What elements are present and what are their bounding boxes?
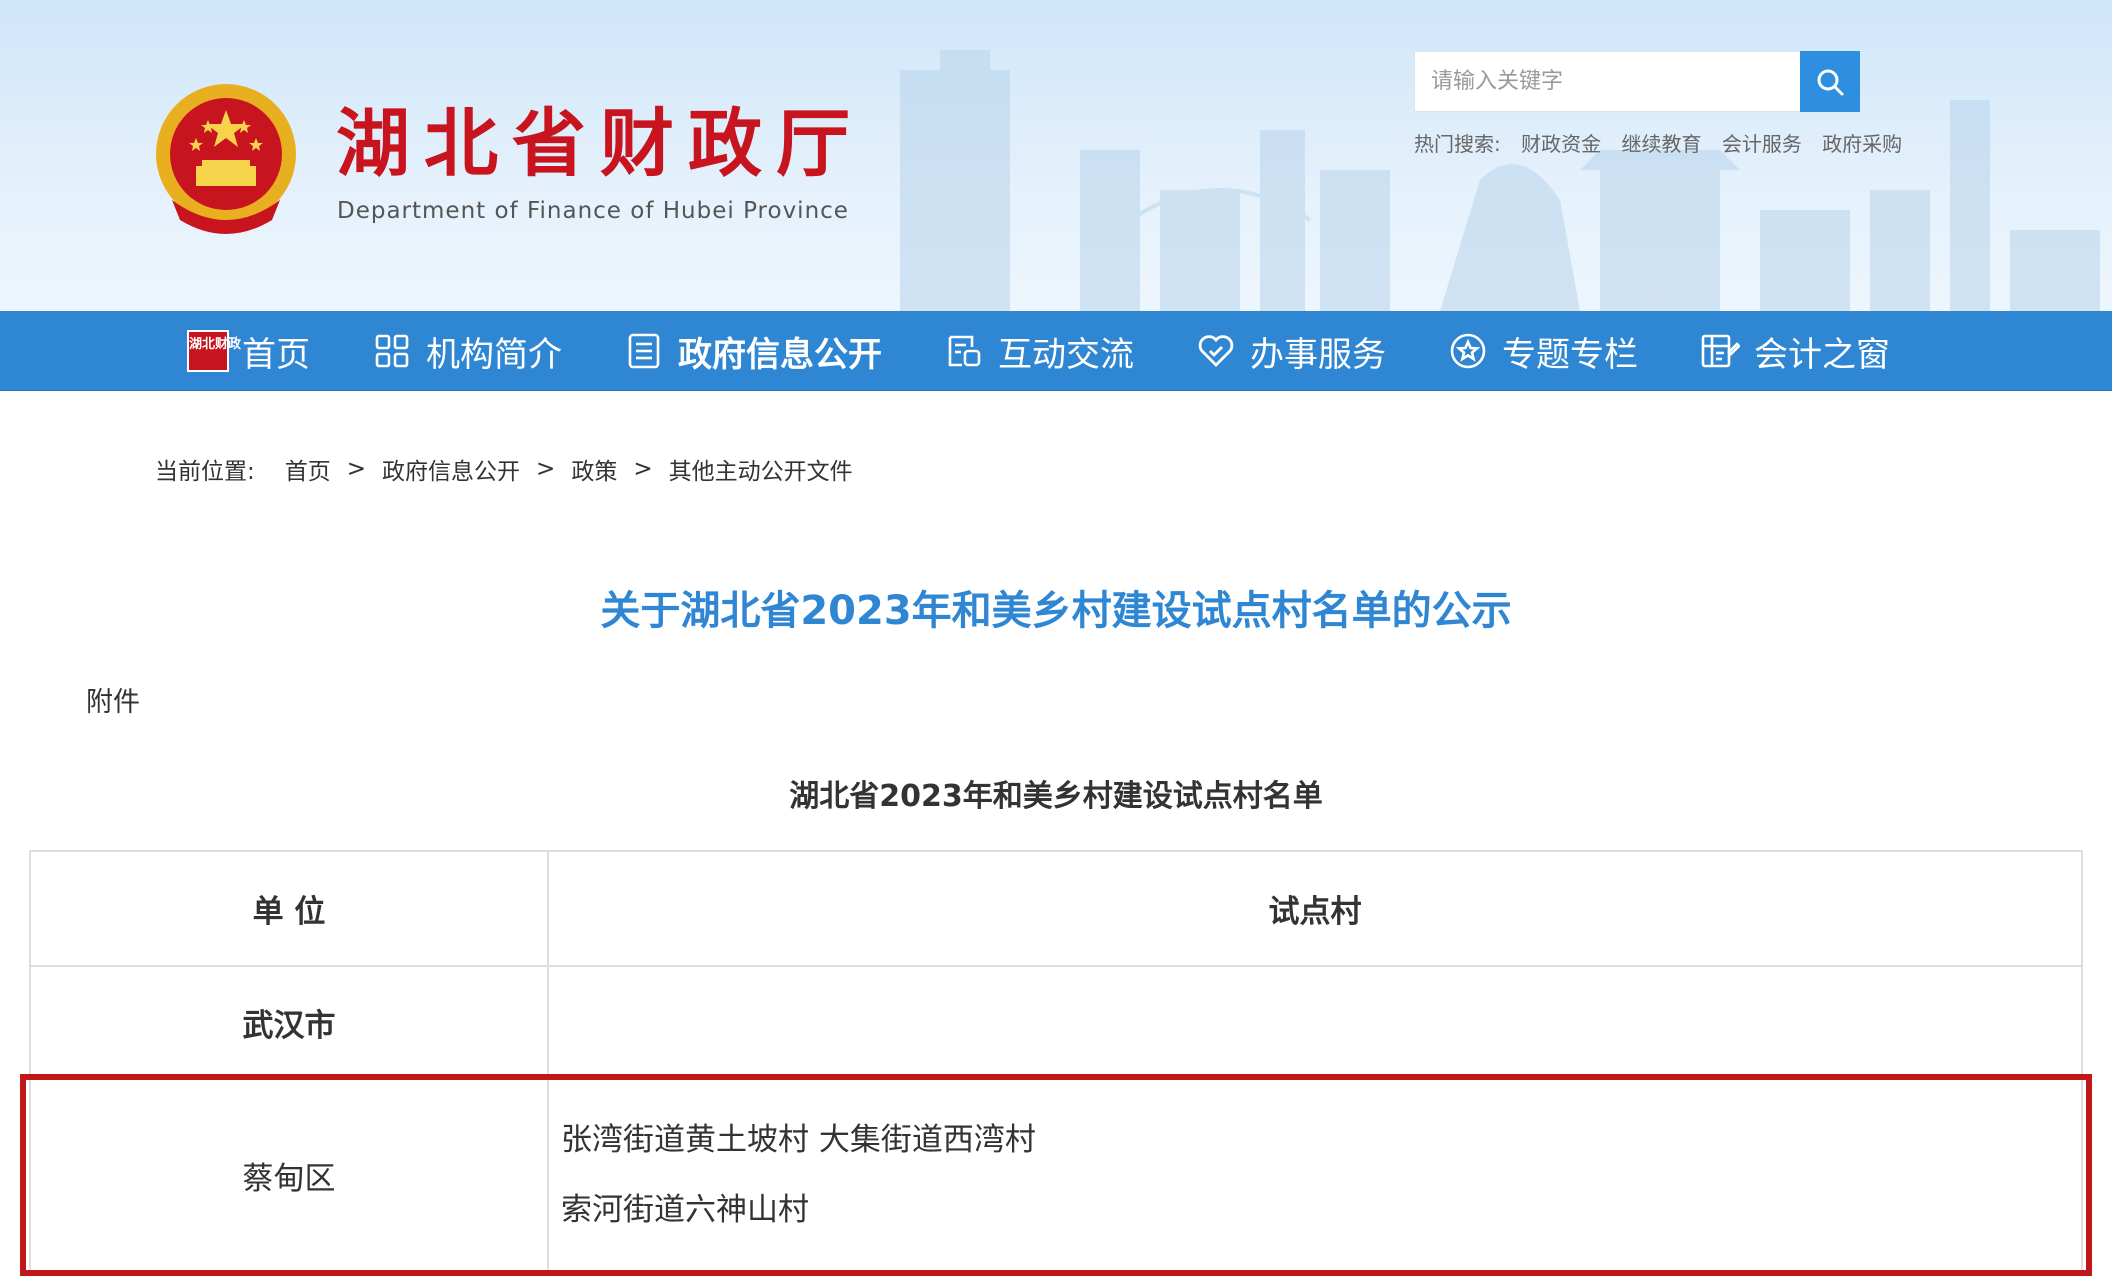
ledger-icon	[1701, 334, 1740, 368]
district-cell: 蔡甸区	[29, 1078, 549, 1272]
nav-item-home[interactable]: 湖北财政 首页	[187, 311, 310, 391]
nav-item-label: 政府信息公开	[678, 334, 882, 375]
document-icon	[628, 333, 660, 369]
chat-form-icon	[948, 335, 981, 367]
city-cell: 武汉市	[29, 965, 549, 1080]
hot-search-link-government-procurement[interactable]: 政府采购	[1822, 132, 1902, 156]
heart-icon	[1198, 335, 1234, 367]
attachment-label: 附件	[86, 687, 140, 718]
breadcrumb-other-documents[interactable]: 其他主动公开文件	[669, 452, 853, 486]
header-banner: 湖北省财政厅 Department of Finance of Hubei Pr…	[0, 0, 2112, 311]
star-circle-icon	[1450, 333, 1486, 369]
site-title: 湖北省财政厅	[336, 101, 864, 187]
nav-item-interaction[interactable]: 互动交流	[944, 311, 1134, 391]
nav-item-label: 办事服务	[1250, 334, 1386, 375]
nav-item-label: 首页	[242, 334, 310, 375]
nav-item-services[interactable]: 办事服务	[1196, 311, 1386, 391]
site-subtitle: Department of Finance of Hubei Province	[337, 198, 849, 224]
home-badge-text: 湖北财政	[187, 330, 241, 372]
header-pilot-village: 试点村	[547, 850, 2083, 967]
nav-item-label: 互动交流	[998, 334, 1134, 375]
breadcrumb-separator: >	[536, 456, 556, 482]
search-box	[1414, 51, 1860, 112]
breadcrumb-home[interactable]: 首页	[285, 452, 331, 486]
national-emblem-icon	[156, 84, 296, 234]
hot-search-link-finance-funds[interactable]: 财政资金	[1521, 132, 1601, 156]
breadcrumb-separator: >	[346, 456, 367, 482]
nav-item-label: 机构简介	[426, 334, 562, 375]
hot-search-link-continuing-education[interactable]: 继续教育	[1621, 132, 1701, 156]
district-villages-cell: 张湾街道黄土坡村 大集街道西湾村 索河街道六神山村	[547, 1078, 2083, 1272]
grid-icon	[375, 334, 409, 368]
nav-item-gov-info[interactable]: 政府信息公开	[624, 311, 882, 391]
village-line: 索河街道六神山村	[561, 1192, 809, 1228]
pilot-village-table: 单 位 试点村 武汉市 蔡甸区 张湾街道黄土坡村 大集街道西湾村 索河街道六神山…	[29, 850, 2083, 1272]
nav-item-accounting[interactable]: 会计之窗	[1700, 311, 1890, 391]
breadcrumb-policy[interactable]: 政策	[571, 452, 617, 486]
article-title: 关于湖北省2023年和美乡村建设试点村名单的公示	[600, 588, 1512, 634]
nav-item-label: 专题专栏	[1502, 334, 1638, 375]
search-input[interactable]	[1415, 52, 1800, 111]
hot-search-link-accounting-services[interactable]: 会计服务	[1722, 132, 1802, 156]
search-icon	[1817, 69, 1844, 95]
table-row: 蔡甸区 张湾街道黄土坡村 大集街道西湾村 索河街道六神山村	[29, 1078, 2083, 1272]
breadcrumb: 当前位置: 首页 > 政府信息公开 > 政策 > 其他主动公开文件	[155, 452, 853, 486]
village-line: 张湾街道黄土坡村 大集街道西湾村	[561, 1122, 1036, 1158]
breadcrumb-gov-info[interactable]: 政府信息公开	[382, 452, 520, 486]
nav-item-label: 会计之窗	[1754, 334, 1890, 375]
nav-item-special-topics[interactable]: 专题专栏	[1448, 311, 1638, 391]
nav-item-about[interactable]: 机构简介	[372, 311, 562, 391]
home-badge-icon: 湖北财政	[187, 330, 241, 372]
search-button[interactable]	[1800, 51, 1860, 112]
hot-search-label: 热门搜索:	[1414, 132, 1501, 156]
main-nav: 湖北财政 首页 机构简介 政府信息公开 互动交流 办事服务 专题专栏 会计之窗	[0, 311, 2112, 391]
hot-search: 热门搜索: 财政资金 继续教育 会计服务 政府采购	[1414, 128, 1916, 157]
city-villages-cell	[547, 965, 2083, 1080]
list-title: 湖北省2023年和美乡村建设试点村名单	[789, 779, 1323, 814]
breadcrumb-separator: >	[633, 456, 653, 482]
table-row: 武汉市	[29, 965, 2083, 1080]
table-header-row: 单 位 试点村	[29, 850, 2083, 967]
breadcrumb-lead: 当前位置:	[155, 459, 255, 485]
header-unit: 单 位	[29, 850, 549, 967]
